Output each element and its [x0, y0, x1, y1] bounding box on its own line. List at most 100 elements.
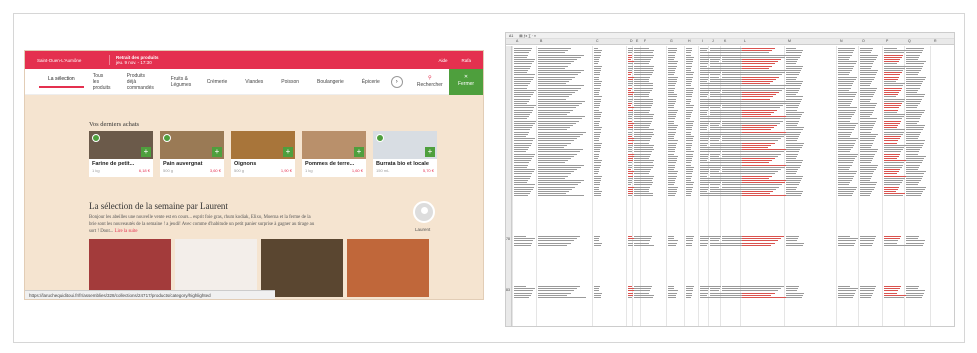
column-header[interactable]: M — [788, 39, 791, 43]
cell-text — [668, 244, 677, 246]
user-menu[interactable]: Rafa — [461, 58, 471, 63]
tab-selection[interactable]: La sélection — [39, 76, 84, 88]
cell-text — [628, 236, 632, 237]
cell-text — [594, 56, 600, 58]
read-more-link[interactable]: Lire la suite — [115, 229, 138, 234]
search-icon: ⚲ — [427, 74, 432, 81]
weekly-selection-text: Bonjour les abeilles une nouvelle vente … — [89, 214, 319, 235]
cell-text — [628, 240, 634, 242]
cell-text — [642, 286, 652, 287]
column-header[interactable]: L — [744, 39, 746, 43]
add-to-cart-button[interactable]: + — [354, 147, 364, 157]
cell-text — [860, 169, 876, 170]
tab-ordered[interactable]: Produits déjà commandés — [118, 73, 162, 91]
cell-text — [742, 131, 790, 133]
product-card[interactable]: + Pain auvergnat 500 g 3,60 € — [160, 131, 224, 177]
cell-text — [860, 103, 878, 104]
cell-text — [668, 96, 677, 98]
cell-reference[interactable]: A1 — [509, 34, 513, 38]
column-header[interactable]: A — [516, 39, 518, 43]
cell-text — [742, 166, 785, 168]
tab-fruits[interactable]: Fruits & Légumes — [162, 76, 198, 88]
cell-text — [668, 242, 678, 244]
chevron-right-icon[interactable]: › — [390, 75, 403, 88]
cell-text — [700, 111, 708, 113]
cell-text — [594, 151, 600, 153]
cell-text — [538, 59, 578, 60]
featured-product-image[interactable] — [89, 239, 171, 297]
cell-text — [594, 133, 601, 135]
category-nav: La sélection Tous les produits Produits … — [25, 69, 483, 95]
cell-text — [786, 166, 800, 168]
cell-text — [686, 238, 694, 240]
tab-fish[interactable]: Poisson — [272, 79, 308, 85]
column-header[interactable]: O — [862, 39, 865, 43]
cell-text — [742, 114, 771, 115]
cell-text — [710, 149, 723, 151]
column-header[interactable]: B — [540, 39, 542, 43]
cell-text — [686, 147, 692, 148]
column-header[interactable]: E — [636, 39, 638, 43]
column-header[interactable]: Q — [908, 39, 911, 43]
cell-text — [860, 180, 870, 181]
column-header[interactable]: D — [630, 39, 633, 43]
column-header[interactable]: I — [702, 39, 703, 43]
product-card[interactable]: + Farine de petit... 1 kg 6,18 € — [89, 131, 153, 177]
cell-text — [514, 54, 528, 56]
tab-meat[interactable]: Viandes — [236, 79, 272, 85]
cell-text — [514, 87, 527, 89]
column-header[interactable]: G — [670, 39, 673, 43]
column-header[interactable]: H — [688, 39, 691, 43]
cell-text — [700, 290, 709, 292]
cell-text — [594, 89, 600, 91]
column-header[interactable]: P — [886, 39, 888, 43]
column-header[interactable]: N — [840, 39, 843, 43]
cell-text — [538, 133, 583, 135]
cell-text — [786, 294, 803, 296]
cell-text — [700, 173, 708, 175]
product-card[interactable]: + Pommes de terre... 1 kg 1,60 € — [302, 131, 366, 177]
add-to-cart-button[interactable]: + — [425, 147, 435, 157]
product-card[interactable]: + Burrata bio et locale 150 mL 5,70 € — [373, 131, 437, 177]
add-to-cart-button[interactable]: + — [141, 147, 151, 157]
cell-text — [742, 48, 775, 49]
tab-all-products[interactable]: Tous les produits — [84, 73, 118, 91]
tab-dairy[interactable]: Crèmerie — [198, 79, 237, 85]
cell-text — [786, 142, 804, 144]
cell-text — [742, 111, 774, 113]
cell-text — [860, 155, 875, 157]
cell-text — [838, 54, 852, 56]
cell-text — [884, 184, 901, 186]
cell-text — [710, 164, 723, 166]
spreadsheet-grid[interactable]: 78 83 — [506, 46, 954, 326]
cell-text — [628, 151, 632, 153]
close-button[interactable]: ✕ Fermer — [449, 69, 483, 95]
help-link[interactable]: Aide — [438, 58, 447, 63]
cell-text — [538, 297, 587, 298]
featured-product-image[interactable] — [347, 239, 429, 297]
column-header[interactable]: K — [724, 39, 726, 43]
search-button[interactable]: ⚲ Rechercher — [413, 75, 447, 89]
featured-product-image[interactable] — [175, 239, 257, 297]
cell-text — [860, 87, 878, 89]
cell-text — [668, 175, 677, 177]
column-header[interactable]: R — [934, 39, 937, 43]
tab-grocery[interactable]: Épicerie — [353, 79, 389, 85]
cell-text — [594, 158, 599, 159]
avatar[interactable] — [413, 201, 435, 223]
cell-text — [538, 52, 565, 54]
pickup-info[interactable]: Retrait des produits jeu. 9 nov. - 17:30 — [109, 55, 199, 65]
location-label[interactable]: Saint-Ouen-L'Aumône — [37, 58, 109, 63]
cell-text — [668, 67, 676, 69]
add-to-cart-button[interactable]: + — [212, 147, 222, 157]
add-to-cart-button[interactable]: + — [283, 147, 293, 157]
product-card[interactable]: + Oignons 500 g 1,90 € — [231, 131, 295, 177]
cell-text — [594, 63, 599, 65]
cell-text — [884, 158, 898, 159]
tab-bakery[interactable]: Boulangerie — [308, 79, 353, 85]
column-header[interactable]: J — [712, 39, 714, 43]
featured-product-image[interactable] — [261, 239, 343, 297]
column-header[interactable]: F — [644, 39, 646, 43]
cell-text — [628, 87, 632, 89]
column-header[interactable]: C — [596, 39, 599, 43]
